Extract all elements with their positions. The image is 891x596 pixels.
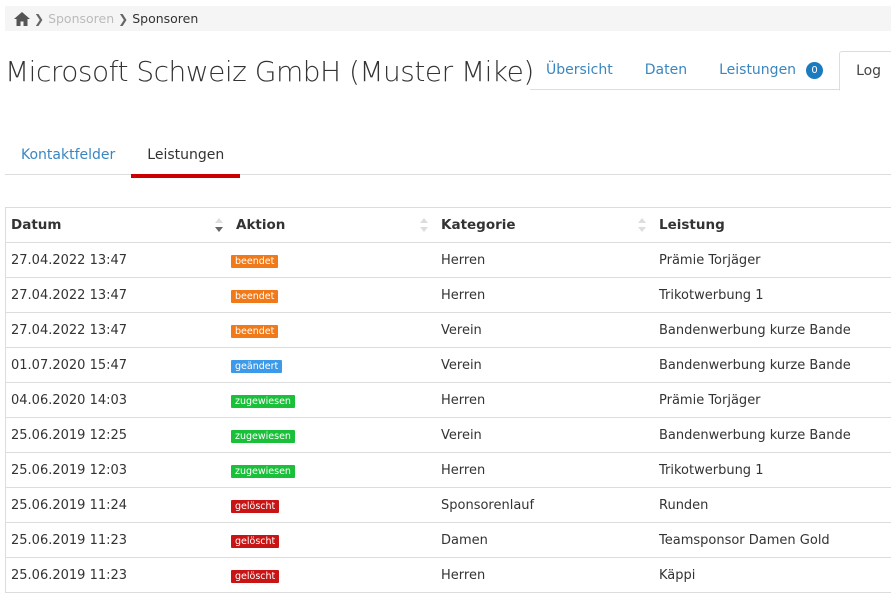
cell-datum: 27.04.2022 13:47 [5,242,231,278]
cell-datum: 01.07.2020 15:47 [5,347,231,383]
cell-leistung: Trikotwerbung 1 [654,277,891,313]
cell-kategorie: Herren [436,452,654,488]
page-title: Microsoft Schweiz GmbH (Muster Mike) [5,55,534,88]
table-row: 27.04.2022 13:47 beendet Herren Trikotwerbu… [5,277,891,313]
cell-leistung: Runden [654,487,891,523]
cell-kategorie: Verein [436,417,654,453]
cell-datum: 25.06.2019 12:03 [5,452,231,488]
cell-kategorie: Herren [436,277,654,313]
cell-datum: 25.06.2019 11:23 [5,557,231,593]
cell-leistung: Trikotwerbung 1 [654,452,891,488]
chevron-right-icon: ❯ [118,11,129,26]
cell-leistung: Teamsponsor Damen Gold [654,522,891,558]
cell-aktion: beendet [231,312,436,348]
cell-datum: 25.06.2019 11:23 [5,522,231,558]
tab-uebersicht[interactable]: Übersicht [530,51,629,89]
cell-kategorie: Herren [436,382,654,418]
cell-aktion: beendet [231,242,436,278]
column-header-aktion[interactable]: Aktion [231,207,436,243]
table-row: 25.06.2019 12:25 zugewiesen Verein Bandenwe… [5,417,891,453]
tab-label: Kontaktfelder [21,147,116,163]
cell-aktion: zugewiesen [231,452,436,488]
table-row: 25.06.2019 11:23 gelöscht Herren Käppi [5,557,891,593]
cell-aktion: beendet [231,277,436,313]
tab-label: Übersicht [546,62,613,78]
cell-datum: 27.04.2022 13:47 [5,312,231,348]
cell-aktion: gelöscht [231,487,436,523]
tab-kontaktfelder[interactable]: Kontaktfelder [5,136,131,174]
sort-icon [420,218,428,232]
tab-leistungen[interactable]: Leistungen 0 [703,51,839,89]
column-label: Datum [11,217,62,233]
status-badge: zugewiesen [231,464,295,478]
cell-leistung: Bandenwerbung kurze Bande [654,347,891,383]
cell-aktion: zugewiesen [231,382,436,418]
status-badge: gelöscht [231,569,280,583]
cell-leistung: Prämie Torjäger [654,242,891,278]
cell-datum: 25.06.2019 11:24 [5,487,231,523]
cell-leistung: Käppi [654,557,891,593]
cell-aktion: zugewiesen [231,417,436,453]
chevron-right-icon: ❯ [34,11,45,26]
count-badge: 0 [806,61,824,79]
table-header-row: Datum Aktion Kategorie Leistung [5,207,891,243]
breadcrumb: ❯ Sponsoren ❯ Sponsoren [5,6,891,31]
breadcrumb-item-current: Sponsoren [132,11,199,26]
column-label: Kategorie [441,217,516,233]
table-row: 25.06.2019 11:24 gelöscht Sponsorenlauf Run… [5,487,891,523]
home-icon[interactable] [14,11,30,26]
cell-datum: 25.06.2019 12:25 [5,417,231,453]
cell-leistung: Prämie Torjäger [654,382,891,418]
cell-kategorie: Herren [436,242,654,278]
status-badge: gelöscht [231,534,280,548]
sub-tabs: Kontaktfelder Leistungen [5,136,241,178]
breadcrumb-item-sponsoren[interactable]: Sponsoren [48,11,114,26]
tab-log[interactable]: Log [839,51,891,91]
log-table: Datum Aktion Kategorie Leistung 27.04.20… [5,207,891,593]
cell-kategorie: Verein [436,347,654,383]
status-badge: geändert [231,359,283,373]
cell-kategorie: Damen [436,522,654,558]
cell-kategorie: Herren [436,557,654,593]
cell-datum: 27.04.2022 13:47 [5,277,231,313]
status-badge: beendet [231,254,279,268]
cell-kategorie: Sponsorenlauf [436,487,654,523]
cell-leistung: Bandenwerbung kurze Bande [654,312,891,348]
status-badge: zugewiesen [231,429,295,443]
tab-label: Daten [644,62,688,78]
cell-aktion: gelöscht [231,557,436,593]
cell-aktion: geändert [231,347,436,383]
top-tabs: Übersicht Daten Leistungen 0 Log [530,51,891,91]
status-badge: beendet [231,324,279,338]
tab-label: Log [856,63,882,79]
column-header-kategorie[interactable]: Kategorie [436,207,654,243]
table-row: 27.04.2022 13:47 beendet Herren Prämie Torj… [5,242,891,278]
column-header-leistung[interactable]: Leistung [654,207,891,243]
sort-icon [638,218,646,232]
status-badge: gelöscht [231,499,280,513]
status-badge: zugewiesen [231,394,295,408]
cell-leistung: Bandenwerbung kurze Bande [654,417,891,453]
column-label: Leistung [659,217,725,233]
tab-label: Leistungen [719,62,797,78]
table-row: 27.04.2022 13:47 beendet Verein Bandenwerbu… [5,312,891,348]
table-row: 25.06.2019 12:03 zugewiesen Herren Trikotwe… [5,452,891,488]
status-badge: beendet [231,289,279,303]
tab-daten[interactable]: Daten [629,51,703,89]
cell-datum: 04.06.2020 14:03 [5,382,231,418]
sort-desc-icon [215,218,223,232]
cell-aktion: gelöscht [231,522,436,558]
tab-leistungen-log[interactable]: Leistungen [131,136,241,178]
table-row: 25.06.2019 11:23 gelöscht Damen Teamsponsor… [5,522,891,558]
cell-kategorie: Verein [436,312,654,348]
column-header-datum[interactable]: Datum [5,207,231,243]
column-label: Aktion [236,217,286,233]
table-row: 04.06.2020 14:03 zugewiesen Herren Prämie T… [5,382,891,418]
table-row: 01.07.2020 15:47 geändert Verein Bandenwerb… [5,347,891,383]
tab-label: Leistungen [147,147,225,163]
